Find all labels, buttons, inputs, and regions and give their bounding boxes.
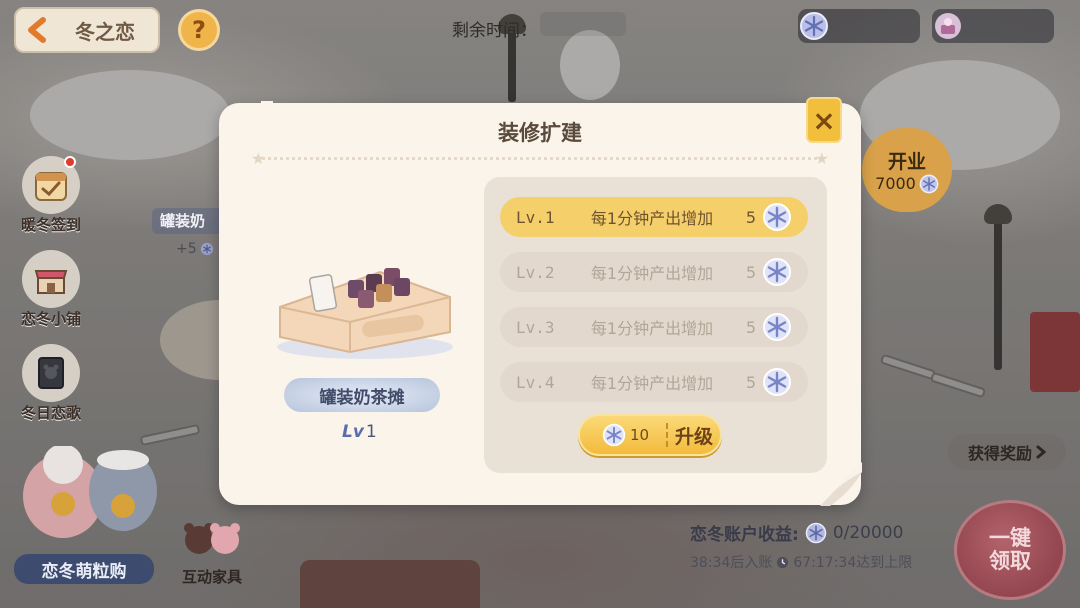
sidebar-item-song[interactable]: 冬日恋歌 (10, 344, 92, 423)
snowflake-icon (762, 257, 792, 287)
level-bonus-value: 5 (745, 317, 756, 337)
snowflake-icon (762, 312, 792, 342)
help-button[interactable]: ? (178, 9, 220, 51)
account-income-label: 恋冬账户收益: (690, 525, 799, 545)
star-icon: ★ (814, 149, 829, 168)
clock-icon (777, 556, 789, 568)
shop-icon (22, 250, 80, 308)
level-row: Lv.2 每1分钟产出增加 5 (500, 252, 808, 292)
item-level-value: 1 (365, 422, 377, 442)
interactive-furniture-label: 互动家具 (181, 568, 242, 586)
cake-icon (930, 8, 966, 44)
open-business-label: 开业 (887, 150, 926, 173)
upgrade-label: 升级 (674, 425, 713, 448)
chevron-right-icon (1036, 445, 1046, 459)
upgrade-button[interactable]: 10 升级 (578, 414, 722, 456)
item-level: Lv 1 (342, 422, 377, 442)
interactive-furniture-button[interactable]: 互动家具 (172, 518, 252, 587)
snowflake-icon (796, 8, 832, 44)
title-divider (257, 157, 823, 160)
notification-dot (64, 156, 76, 168)
claim-all-label-line1: 一键 (989, 525, 1031, 550)
music-book-icon (22, 344, 80, 402)
page-curl-decoration (820, 462, 862, 506)
account-income-value: 0/20000 (832, 522, 904, 543)
open-business-cost: 7000 (875, 174, 939, 194)
snowflake-icon (762, 367, 792, 397)
get-rewards-link[interactable]: 获得奖励 (948, 434, 1066, 470)
sidebar-item-label: 暖冬签到 (20, 216, 81, 234)
income-limit-time: 67:17:34达到上限 (793, 555, 913, 571)
item-level-tag: Lv (342, 422, 364, 442)
level-bonus-value: 5 (745, 207, 756, 227)
remaining-time-value (540, 12, 626, 36)
level-name: Lv.3 (516, 317, 555, 337)
income-arrival-time: 38:34后入账 (690, 555, 773, 571)
level-row: Lv.3 每1分钟产出增加 5 (500, 307, 808, 347)
account-income-schedule: 38:34后入账 67:17:34达到上限 (690, 552, 912, 572)
back-arrow-icon (18, 10, 58, 50)
level-name: Lv.1 (516, 207, 555, 227)
level-bonus-value: 5 (745, 262, 756, 282)
snowflake-icon (602, 423, 626, 447)
dialog-notch (261, 101, 273, 109)
level-row: Lv.4 每1分钟产出增加 5 (500, 362, 808, 402)
meng-shop-button[interactable]: 恋冬萌粒购 (14, 554, 154, 584)
stall-income-value: +5 (176, 241, 197, 257)
close-icon: × (812, 103, 836, 137)
snowflake-icon (200, 242, 213, 256)
remaining-time-label: 剩余时间： (452, 21, 537, 41)
item-name-label: 罐装奶茶摊 (284, 378, 440, 412)
sidebar-item-checkin[interactable]: 暖冬签到 (10, 156, 92, 235)
milk-tea-stall-image (277, 268, 453, 359)
level-description: 每1分钟产出增加 (590, 264, 714, 283)
page-title: 冬之恋 (75, 19, 135, 44)
open-business-button[interactable]: 开业 7000 (862, 128, 952, 212)
dialog-title: 装修扩建 (498, 121, 582, 145)
level-name: Lv.2 (516, 262, 555, 282)
level-bonus-value: 5 (745, 372, 756, 392)
snowflake-icon (805, 522, 827, 543)
level-description: 每1分钟产出增加 (590, 374, 714, 393)
cake-currency-counter[interactable] (932, 9, 1054, 43)
level-row: Lv.1 每1分钟产出增加 5 (500, 197, 808, 237)
bears-icon (184, 523, 240, 554)
upgrade-cost: 10 (580, 423, 666, 447)
stall-label: 罐装奶 (152, 208, 224, 234)
sidebar-item-label: 冬日恋歌 (20, 404, 81, 422)
level-description: 每1分钟产出增加 (590, 319, 714, 338)
level-name: Lv.4 (516, 372, 555, 392)
snowflake-currency-counter[interactable] (798, 9, 920, 43)
sidebar-item-shop[interactable]: 恋冬小铺 (10, 250, 92, 329)
open-business-value: 7000 (875, 174, 916, 193)
back-button[interactable]: 冬之恋 (14, 7, 160, 53)
claim-all-button[interactable]: 一键 领取 (954, 500, 1066, 600)
stall-income: +5 (176, 241, 214, 257)
level-description: 每1分钟产出增加 (590, 209, 714, 228)
account-income: 恋冬账户收益: 0/20000 (690, 520, 903, 545)
snowflake-icon (762, 202, 792, 232)
close-button[interactable]: × (806, 97, 842, 143)
snowflake-icon (919, 174, 939, 193)
claim-all-label-line2: 领取 (989, 549, 1031, 573)
upgrade-cost-value: 10 (630, 426, 650, 444)
calendar-check-icon (22, 156, 80, 214)
sidebar-item-label: 恋冬小铺 (20, 310, 81, 328)
get-rewards-label: 获得奖励 (967, 444, 1032, 463)
